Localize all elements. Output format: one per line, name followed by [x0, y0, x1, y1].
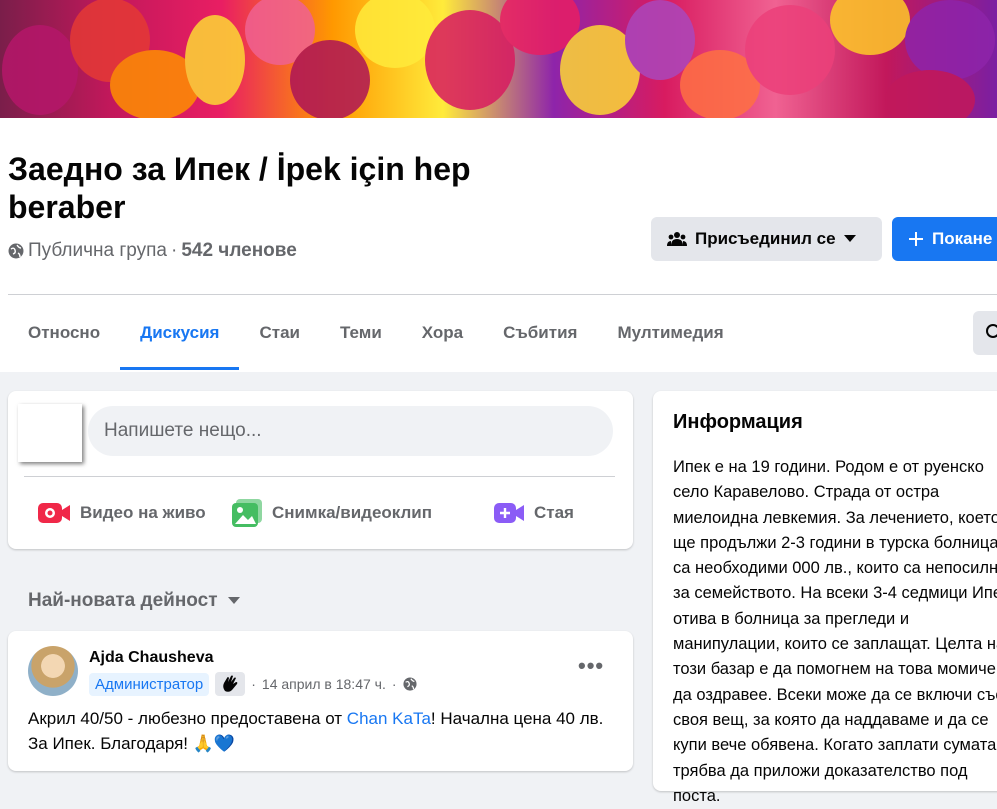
post-text-start: Акрил 40/50 - любезно предоставена от — [28, 709, 347, 728]
post-meta: Администратор · 14 април в 18:47 ч. · — [89, 672, 417, 696]
info-title: Информация — [673, 411, 803, 433]
tab-events[interactable]: Събития — [483, 296, 597, 370]
post-composer: Напишете нещо... Видео на живо Снимка/ви… — [8, 391, 633, 549]
tulip-field-image — [2, 0, 995, 118]
group-search-button[interactable] — [973, 311, 997, 355]
composer-divider — [24, 476, 615, 477]
meta-separator: · — [391, 676, 397, 692]
feed-sort-label: Най-новата дейност — [28, 590, 218, 611]
compose-input[interactable]: Напишете нещо... — [88, 406, 613, 456]
group-meta: Публична група · 542 членове — [8, 240, 297, 262]
create-room-button[interactable]: Стая — [494, 491, 574, 535]
live-video-label: Видео на живо — [80, 503, 206, 522]
post-text: Акрил 40/50 - любезно предоставена от Ch… — [28, 706, 618, 756]
group-title[interactable]: Заедно за Ипек / İpek için hep beraber — [8, 150, 568, 226]
search-icon — [986, 324, 997, 338]
joined-label: Присъединил се — [695, 229, 836, 248]
room-icon — [494, 503, 524, 523]
group-privacy[interactable]: Публична група — [28, 240, 167, 262]
group-tabs: Относно Дискусия Стаи Теми Хора Събития … — [8, 296, 744, 370]
admin-badge[interactable]: Администратор — [89, 672, 210, 696]
tab-rooms[interactable]: Стаи — [239, 296, 320, 370]
tab-topics[interactable]: Теми — [320, 296, 402, 370]
member-count[interactable]: 542 членове — [181, 240, 296, 262]
post-timestamp[interactable]: 14 април в 18:47 ч. — [262, 676, 386, 692]
header-divider — [8, 294, 997, 295]
tab-about[interactable]: Относно — [8, 296, 120, 370]
author-avatar[interactable] — [28, 646, 78, 696]
photo-icon — [232, 499, 262, 527]
post-more-icon[interactable]: ••• — [578, 653, 604, 679]
live-video-button[interactable]: Видео на живо — [38, 491, 206, 535]
globe-icon — [402, 677, 417, 691]
info-description: Ипек е на 19 години. Родом е от руенско … — [673, 458, 997, 805]
user-avatar[interactable] — [18, 404, 82, 462]
meta-separator: · — [251, 676, 256, 692]
tab-people[interactable]: Хора — [402, 296, 483, 370]
live-video-icon — [38, 503, 70, 523]
tab-discussion[interactable]: Дискусия — [120, 296, 240, 370]
tab-media[interactable]: Мултимедия — [597, 296, 743, 370]
photo-video-button[interactable]: Снимка/видеоклип — [232, 491, 432, 535]
new-member-badge[interactable] — [215, 672, 246, 696]
plus-icon — [909, 232, 923, 246]
post-author[interactable]: Ajda Chausheva — [89, 649, 213, 667]
post-mention-link[interactable]: Chan KaTa — [347, 709, 431, 728]
cover-photo — [0, 0, 997, 118]
waving-hand-icon — [223, 675, 238, 692]
caret-down-icon — [227, 597, 240, 604]
meta-separator: · — [170, 240, 178, 261]
joined-button[interactable]: Присъединил се — [651, 217, 882, 261]
members-icon — [667, 232, 687, 246]
about-info-card: Информация Ипек е на 19 години. Родом е … — [653, 391, 997, 805]
room-label: Стая — [534, 503, 574, 522]
photo-video-label: Снимка/видеоклип — [272, 503, 433, 522]
caret-down-icon — [843, 235, 856, 242]
invite-label: Покане — [932, 229, 993, 248]
post-card: Ajda Chausheva Администратор · 14 април … — [8, 631, 633, 771]
invite-button[interactable]: Покане — [892, 217, 997, 261]
globe-icon — [8, 243, 24, 259]
feed-sort-dropdown[interactable]: Най-новата дейност — [28, 590, 240, 612]
